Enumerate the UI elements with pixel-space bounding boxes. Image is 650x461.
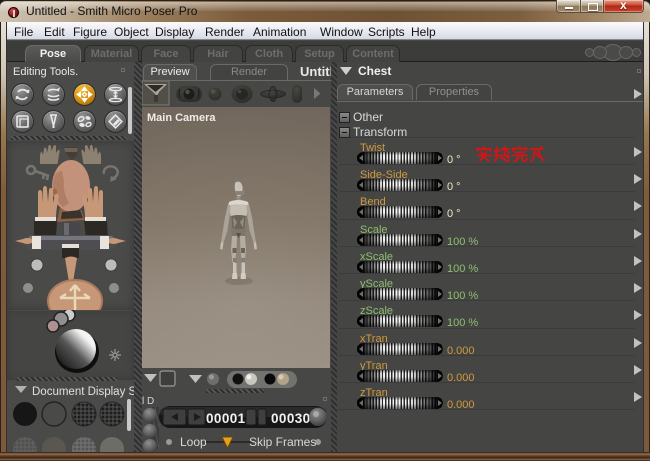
svg-text:l D: l D [142,396,154,407]
svg-text:00030: 00030 [271,411,311,426]
svg-text:Document Display S: Document Display S [32,386,134,398]
svg-text:Loop: Loop [180,435,207,449]
svg-text:00001: 00001 [206,411,246,426]
svg-text:Skip Frames: Skip Frames [249,435,316,449]
